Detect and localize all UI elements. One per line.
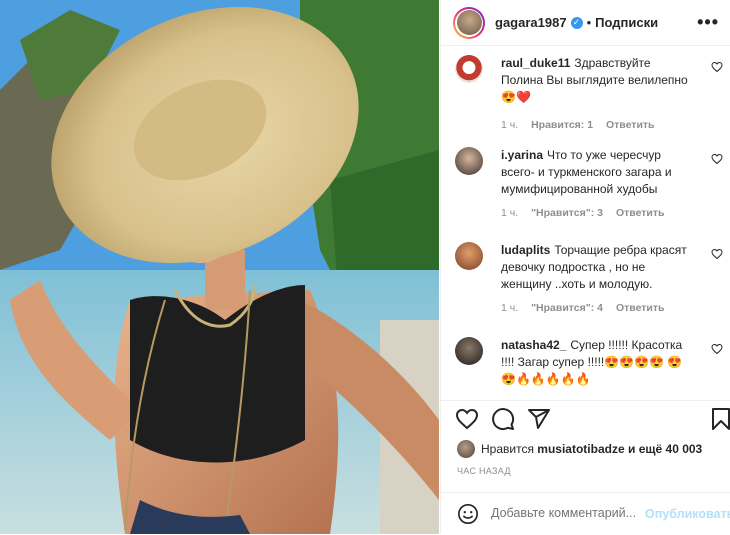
bookmark-icon[interactable] — [709, 407, 730, 431]
post-header: gagara1987 ✓ • Подписки ••• — [441, 0, 730, 46]
comment-heart-icon[interactable] — [711, 61, 723, 73]
comment-heart-icon[interactable] — [711, 153, 723, 165]
following-button[interactable]: Подписки — [595, 15, 658, 30]
comment-icon[interactable] — [491, 407, 515, 431]
more-icon[interactable]: ••• — [697, 12, 719, 33]
reply-button[interactable]: Ответить — [616, 207, 665, 219]
post-date[interactable]: ЧАС НАЗАД — [457, 466, 511, 476]
post-actions-bar — [441, 400, 730, 435]
comment-heart-icon[interactable] — [711, 248, 723, 260]
comment-time[interactable]: 1 ч. — [501, 119, 518, 131]
comment-time[interactable]: 1 ч. — [501, 207, 518, 219]
commenter-username[interactable]: natasha42_ — [501, 338, 566, 352]
liker-avatar[interactable] — [457, 440, 475, 458]
add-comment-bar: Опубликовать — [441, 492, 730, 535]
comments-list[interactable]: raul_duke11 Здравствуйте Полина Вы выгляд… — [441, 47, 730, 399]
commenter-username[interactable]: ludaplits — [501, 243, 550, 257]
commenter-avatar[interactable] — [455, 337, 483, 365]
author-avatar[interactable] — [453, 6, 485, 39]
comment-likes[interactable]: "Нравится": 4 — [531, 302, 603, 314]
add-comment-input[interactable] — [491, 503, 649, 523]
separator-dot: • — [586, 15, 592, 30]
commenter-avatar[interactable] — [455, 55, 483, 83]
likes-count[interactable]: и ещё 40 003 — [628, 442, 702, 456]
comment-likes[interactable]: "Нравится": 3 — [531, 207, 603, 219]
commenter-username[interactable]: i.yarina — [501, 148, 543, 162]
post-photo-illustration — [0, 0, 439, 534]
likes-prefix: Нравится — [481, 442, 534, 456]
reply-button[interactable]: Ответить — [606, 119, 655, 131]
comment-heart-icon[interactable] — [711, 343, 723, 355]
author-username[interactable]: gagara1987 — [495, 15, 567, 30]
heart-icon[interactable] — [455, 407, 479, 431]
commenter-avatar[interactable] — [455, 242, 483, 270]
publish-button[interactable]: Опубликовать — [645, 507, 730, 521]
post-side-panel: gagara1987 ✓ • Подписки ••• raul_duke11 З… — [440, 0, 730, 534]
share-icon[interactable] — [527, 407, 551, 431]
commenter-avatar[interactable] — [455, 147, 483, 175]
verified-icon: ✓ — [570, 16, 583, 29]
liker-username[interactable]: musiatotibadze — [537, 442, 624, 456]
comment-likes[interactable]: Нравится: 1 — [531, 119, 593, 131]
post-photo[interactable] — [0, 0, 439, 534]
comment-time[interactable]: 1 ч. — [501, 302, 518, 314]
smile-icon[interactable] — [457, 503, 479, 525]
likes-summary: Нравится musiatotibadze и ещё 40 003 — [457, 440, 702, 458]
reply-button[interactable]: Ответить — [616, 302, 665, 314]
commenter-username[interactable]: raul_duke11 — [501, 56, 570, 70]
